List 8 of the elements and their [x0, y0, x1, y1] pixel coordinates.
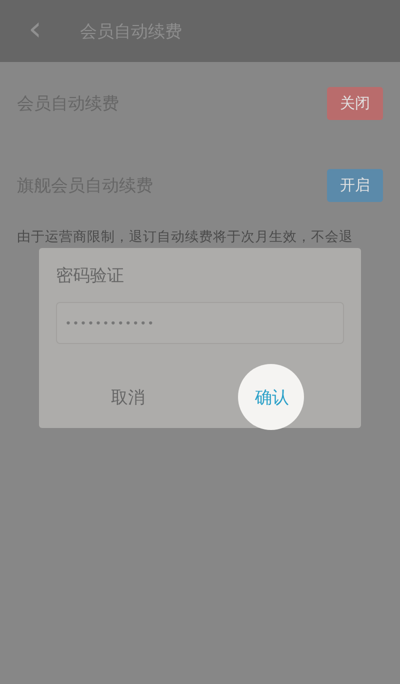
confirm-button[interactable]: 确认 [251, 380, 293, 414]
dialog-title: 密码验证 [56, 265, 125, 287]
toggle-button[interactable]: 关闭 [327, 86, 383, 120]
toggle-button[interactable]: 开启 [327, 168, 383, 202]
cancel-button[interactable]: 取消 [107, 380, 149, 414]
password-field[interactable]: •••••••••••• [56, 302, 344, 344]
note-text: 由于运营商限制，退订自动续费将于次月生效，不会退 [17, 229, 353, 245]
back-button[interactable]: ‹ [20, 12, 50, 50]
